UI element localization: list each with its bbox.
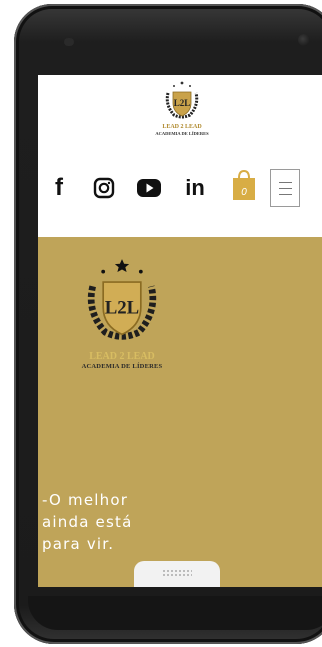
hero-logo-subtitle-text: ACADEMIA DE LÍDERES: [81, 363, 163, 370]
linkedin-icon[interactable]: in: [182, 175, 208, 201]
phone-chin: [28, 596, 322, 630]
menu-line: [279, 188, 292, 189]
menu-line: [279, 194, 292, 195]
hero-logo-brand-text: LEAD 2 LEAD: [89, 351, 155, 362]
hero-section: L2L LEAD 2 LEAD ACADEMIA DE LÍDERES -O m…: [38, 237, 322, 587]
laurel-shield-emblem-icon: L2L: [87, 259, 157, 340]
front-camera: [298, 34, 310, 46]
hamburger-menu-button[interactable]: [270, 169, 300, 207]
laurel-shield-emblem-icon: L2L: [165, 81, 199, 119]
youtube-icon[interactable]: [136, 175, 162, 201]
site-header: L2L LEAD 2 LEAD ACADEMIA DE LÍDERES f in…: [38, 75, 322, 237]
instagram-icon[interactable]: [92, 175, 116, 201]
cart-count: 0: [241, 187, 247, 198]
logo-brand-text: LEAD 2 LEAD: [162, 124, 202, 130]
svg-text:L2L: L2L: [174, 98, 191, 108]
speaker-grille: [64, 38, 74, 46]
hero-tagline: -O melhor ainda está para vir.: [42, 491, 133, 553]
svg-text:L2L: L2L: [105, 297, 139, 318]
hero-logo: L2L LEAD 2 LEAD ACADEMIA DE LÍDERES: [62, 257, 182, 370]
scroll-handle[interactable]: [134, 561, 220, 587]
phone-screen: L2L LEAD 2 LEAD ACADEMIA DE LÍDERES f in…: [38, 75, 322, 587]
shopping-bag-icon[interactable]: 0: [230, 169, 258, 201]
logo-subtitle-text: ACADEMIA DE LÍDERES: [155, 131, 209, 136]
header-logo[interactable]: L2L LEAD 2 LEAD ACADEMIA DE LÍDERES: [142, 79, 222, 149]
facebook-icon[interactable]: f: [52, 174, 66, 201]
menu-line: [279, 182, 292, 183]
grip-dots-icon: [162, 569, 192, 577]
